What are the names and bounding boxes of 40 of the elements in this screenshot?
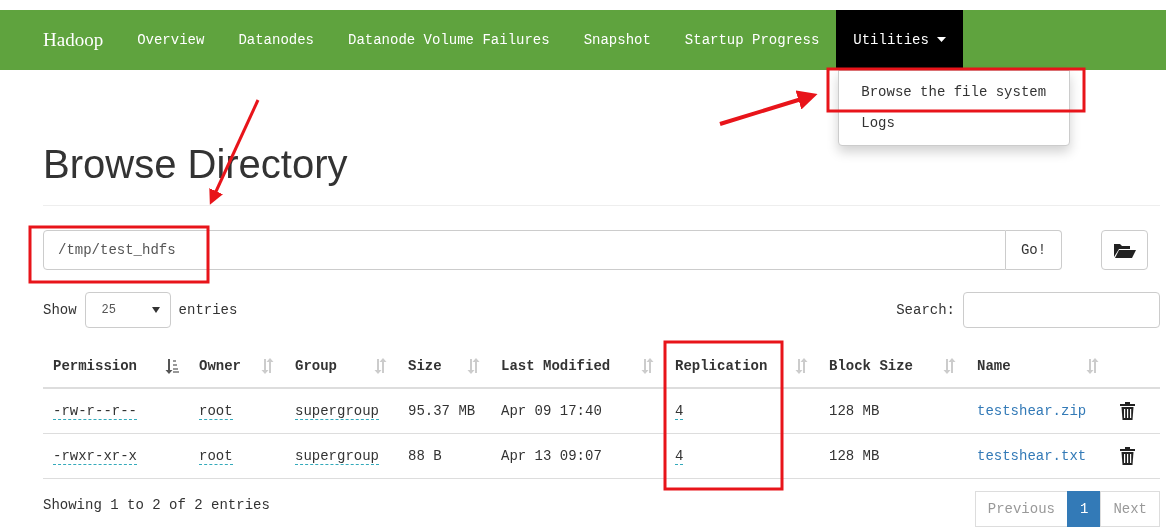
entries-select[interactable]: 25 bbox=[84, 292, 171, 328]
column-header[interactable]: Replication bbox=[665, 344, 819, 389]
column-header[interactable]: Owner bbox=[189, 344, 285, 389]
trash-icon[interactable] bbox=[1120, 447, 1135, 465]
table-cell: 95.37 MB bbox=[398, 389, 491, 434]
column-header[interactable]: Last Modified bbox=[491, 344, 665, 389]
table-cell: 4 bbox=[675, 447, 684, 465]
table-cell: 88 B bbox=[398, 434, 491, 479]
file-link[interactable]: testshear.txt bbox=[977, 448, 1087, 464]
show-label: Show bbox=[43, 302, 77, 318]
go-button[interactable]: Go! bbox=[1006, 230, 1062, 270]
column-header[interactable]: Group bbox=[285, 344, 398, 389]
search-label: Search: bbox=[896, 302, 955, 318]
caret-icon bbox=[151, 307, 160, 313]
table-cell: supergroup bbox=[295, 447, 379, 465]
table-cell: root bbox=[199, 402, 233, 420]
table-cell: -rwxr-xr-x bbox=[53, 447, 137, 465]
column-header[interactable]: Block Size bbox=[819, 344, 967, 389]
table-cell: supergroup bbox=[295, 402, 379, 420]
column-header[interactable]: Permission bbox=[43, 344, 189, 389]
column-header[interactable]: Name bbox=[967, 344, 1110, 389]
table-cell: Apr 09 17:40 bbox=[491, 389, 665, 434]
table-cell: root bbox=[199, 447, 233, 465]
menu-item[interactable]: Logs bbox=[839, 108, 1070, 139]
nav-item[interactable]: Utilities bbox=[836, 10, 963, 70]
entries-label: entries bbox=[178, 302, 238, 318]
table-cell: 128 MB bbox=[819, 389, 967, 434]
table-info: Showing 1 to 2 of 2 entries bbox=[43, 497, 270, 513]
folder-icon bbox=[1113, 242, 1136, 258]
search-field[interactable] bbox=[963, 292, 1160, 328]
file-link[interactable]: testshear.zip bbox=[977, 403, 1087, 419]
table-cell: 128 MB bbox=[819, 434, 967, 479]
table-cell: 4 bbox=[675, 402, 684, 420]
path-field[interactable]: /tmp/test_hdfs bbox=[43, 230, 1006, 270]
menu-item[interactable]: Browse the file system bbox=[839, 77, 1070, 108]
table-cell: Apr 13 09:07 bbox=[491, 434, 665, 479]
trash-icon[interactable] bbox=[1120, 402, 1135, 420]
folder-button[interactable] bbox=[1101, 230, 1148, 270]
column-header[interactable]: Size bbox=[398, 344, 491, 389]
table-cell: -rw-r--r-- bbox=[53, 402, 137, 420]
